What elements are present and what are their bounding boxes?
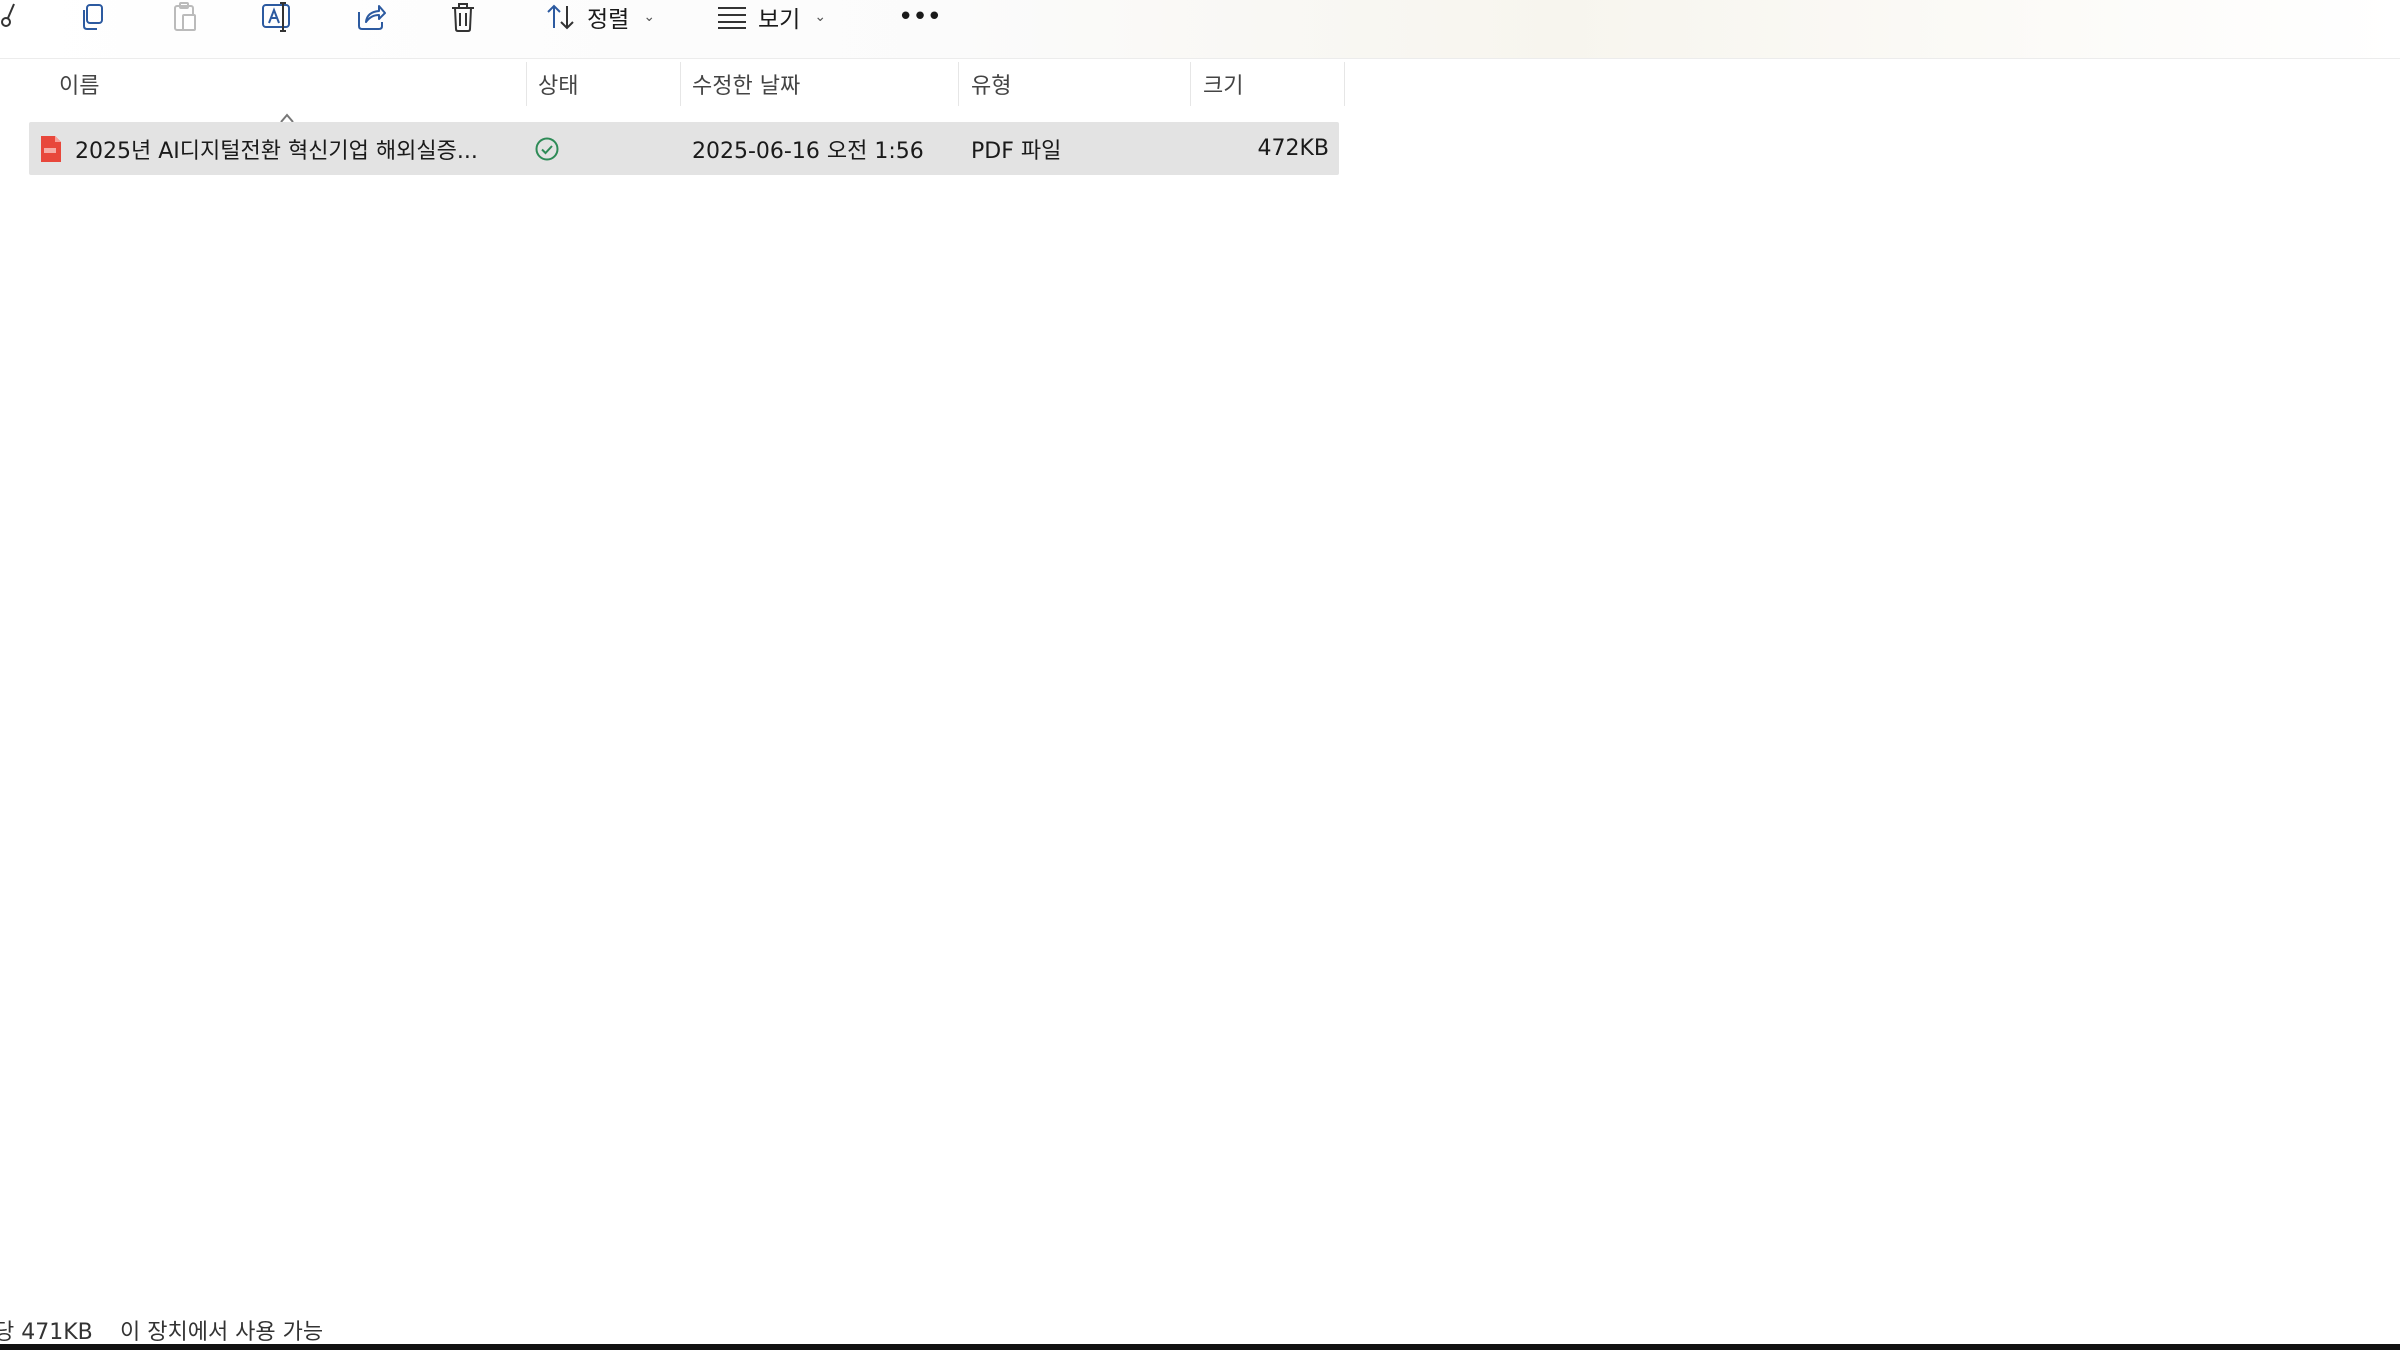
file-explorer-window: 정렬 ⌄ 보기 ⌄ ••• 이름 상태 수정한 날짜 유형 크기 2025년 A… <box>0 0 2400 1350</box>
status-available-icon <box>534 122 560 175</box>
pdf-file-icon <box>41 136 61 162</box>
cut-icon[interactable] <box>0 0 20 34</box>
column-header-size[interactable]: 크기 <box>1203 60 1243 108</box>
file-size: 472KB <box>1257 136 1329 161</box>
column-divider[interactable] <box>680 62 681 106</box>
selection-size: 당 471KB <box>0 1320 93 1345</box>
column-divider[interactable] <box>1344 62 1345 106</box>
more-icon: ••• <box>898 2 942 32</box>
view-button[interactable]: 보기 ⌄ <box>716 0 826 34</box>
column-header-status[interactable]: 상태 <box>538 60 578 108</box>
file-name[interactable]: 2025년 AI디지털전환 혁신기업 해외실증... <box>75 122 478 175</box>
column-header-row: 이름 상태 수정한 날짜 유형 크기 <box>0 60 1346 123</box>
share-icon[interactable] <box>354 0 388 34</box>
availability-status: 이 장치에서 사용 가능 <box>120 1320 324 1345</box>
status-bar: 당 471KB 이 장치에서 사용 가능 <box>0 1310 2400 1346</box>
column-header-modified[interactable]: 수정한 날짜 <box>692 60 800 108</box>
chevron-down-icon: ⌄ <box>814 9 827 25</box>
file-modified-date: 2025-06-16 오전 1:56 <box>692 138 924 164</box>
window-bottom-edge <box>0 1344 2400 1350</box>
column-divider[interactable] <box>1190 62 1191 106</box>
file-type: PDF 파일 <box>971 138 1062 164</box>
rename-icon[interactable] <box>260 0 294 34</box>
view-list-icon <box>718 7 746 29</box>
column-divider[interactable] <box>526 62 527 106</box>
delete-icon[interactable] <box>446 0 480 34</box>
file-row[interactable]: 2025년 AI디지털전환 혁신기업 해외실증... 2025-06-16 오전… <box>29 122 1339 175</box>
sort-label: 정렬 <box>587 7 630 33</box>
column-divider[interactable] <box>958 62 959 106</box>
column-header-type[interactable]: 유형 <box>971 60 1011 108</box>
command-bar: 정렬 ⌄ 보기 ⌄ ••• <box>0 0 2400 59</box>
chevron-down-icon: ⌄ <box>643 9 656 25</box>
copy-icon[interactable] <box>76 0 110 34</box>
sort-icon <box>547 4 574 30</box>
sort-button[interactable]: 정렬 ⌄ <box>545 0 655 34</box>
column-header-name[interactable]: 이름 <box>59 60 99 108</box>
more-options-button[interactable]: ••• <box>898 0 942 34</box>
paste-icon[interactable] <box>168 0 202 34</box>
view-label: 보기 <box>758 7 801 33</box>
